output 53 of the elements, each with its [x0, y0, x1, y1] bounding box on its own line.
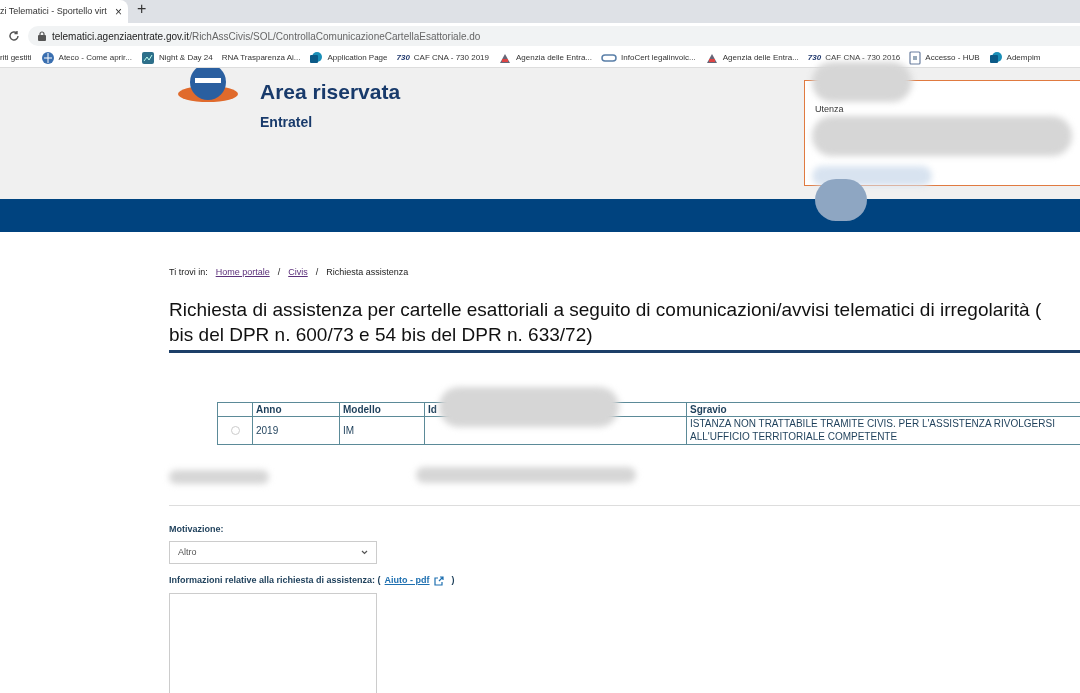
badge-icon: 730	[396, 52, 410, 64]
field-label: Motivazione:	[169, 522, 224, 536]
motivation-select[interactable]: Altro	[169, 541, 377, 564]
user-label: Utenza	[815, 103, 844, 116]
area-title: Area riservata	[260, 79, 401, 105]
tile-icon	[140, 51, 155, 65]
sharepoint-icon	[309, 51, 324, 65]
bookmark-item[interactable]: Application Page	[309, 51, 388, 65]
url-text: telematici.agenziaentrate.gov.it/RichAssCivis/SOL/ControllaComunicazioneCartellaEsattoriale.do	[52, 29, 481, 44]
bookmark-item[interactable]: RNA Trasparenza Ai...	[221, 52, 301, 64]
bookmark-item[interactable]: InfoCert legalinvoic...	[601, 52, 696, 64]
field-label: Informazioni relative alla richiesta di assistenza: (	[169, 574, 381, 587]
sharepoint-icon	[988, 51, 1003, 65]
table-cell: 2019	[256, 423, 279, 437]
browser-tab[interactable]: zi Telematici - Sportello virt ×	[0, 0, 128, 23]
bookmark-item[interactable]: Night & Day 24	[140, 51, 213, 65]
breadcrumb-separator: /	[315, 266, 319, 279]
address-bar[interactable]: telematici.agenziaentrate.gov.it/RichAssCivis/SOL/ControllaComunicazioneCartellaEsattoriale.do	[28, 26, 1080, 46]
lock-icon	[38, 31, 46, 41]
breadcrumb-separator: /	[277, 266, 281, 279]
bookmark-item[interactable]: 730 CAF CNA - 730 2019	[396, 52, 489, 64]
bookmark-item[interactable]: Adempim	[988, 51, 1041, 65]
column-header: Anno	[253, 402, 340, 416]
column-header: Sgravio	[687, 402, 1080, 416]
badge-icon: 730	[807, 52, 822, 64]
bookmark-item[interactable]: riti gestiti	[0, 52, 32, 64]
page-title: bis del DPR n. 600/73 e 54 bis del DPR n. 633/72)	[169, 322, 594, 347]
help-link[interactable]: Aiuto - pdf	[384, 574, 430, 588]
bookmark-item[interactable]: 730 CAF CNA - 730 2016	[807, 52, 901, 64]
document-icon	[909, 51, 922, 65]
breadcrumb-link[interactable]: Home portale	[215, 266, 270, 280]
field-label: )	[451, 574, 455, 587]
bookmark-item[interactable]: Accesso - HUB	[909, 51, 980, 65]
radio-button[interactable]	[230, 425, 240, 435]
breadcrumb-current: Richiesta assistenza	[326, 266, 409, 279]
new-tab-button[interactable]: +	[137, 0, 147, 21]
bookmark-item[interactable]: Agenzia delle Entra...	[498, 51, 593, 65]
reload-icon[interactable]	[8, 30, 20, 42]
info-textarea[interactable]	[169, 592, 377, 693]
breadcrumb-label: Ti trovi in:	[169, 266, 208, 279]
page-title: Richiesta di assistenza per cartelle esattoriali a seguito di comunicazioni/avvisi telematici di irregolarità (	[169, 297, 1043, 322]
chevron-down-icon	[361, 550, 368, 555]
table-cell: IM	[343, 423, 355, 437]
tab-title: zi Telematici - Sportello virt	[0, 4, 107, 18]
external-link-icon	[433, 575, 444, 586]
close-icon[interactable]: ×	[115, 5, 122, 18]
table-cell-text: ISTANZA NON TRATTABILE TRAMITE CIVIS. PER L'ASSISTENZA RIVOLGERSI ALL'UFFICIO TERRITORIALE COMPETENTE	[690, 417, 1056, 443]
bookmark-item[interactable]: Ateco - Come aprir...	[40, 51, 132, 65]
area-subtitle: Entratel	[260, 112, 314, 132]
column-header: Modello	[340, 402, 425, 416]
link-icon	[601, 53, 618, 63]
breadcrumb-link[interactable]: Civis	[288, 266, 308, 280]
bookmark-item[interactable]: Agenzia delle Entra...	[704, 51, 799, 65]
